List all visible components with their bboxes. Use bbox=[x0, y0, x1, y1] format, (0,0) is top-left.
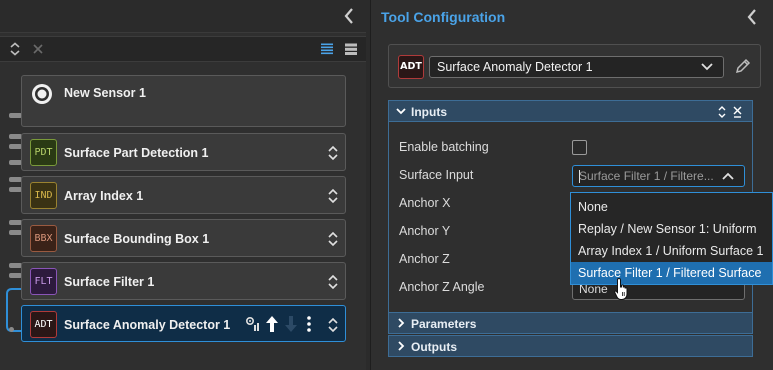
section-outputs[interactable]: Outputs bbox=[388, 335, 753, 357]
sensor-icon bbox=[32, 84, 52, 104]
pipeline-node-surface-filter[interactable]: FLT Surface Filter 1 bbox=[21, 262, 346, 300]
port bbox=[9, 327, 14, 332]
pipeline-panel: New Sensor 1 PDT Surface Part Detection … bbox=[0, 0, 366, 370]
field-label-anchor-x: Anchor X bbox=[399, 196, 451, 210]
node-name: New Sensor 1 bbox=[64, 86, 146, 100]
tool-badge: ADT bbox=[30, 311, 57, 338]
surface-input-dropdown: None Replay / New Sensor 1: Uniform Arra… bbox=[570, 192, 773, 285]
close-all-icon[interactable] bbox=[31, 42, 45, 56]
pipeline-node-bounding-box[interactable]: BBX Surface Bounding Box 1 bbox=[21, 219, 346, 257]
node-name: Surface Filter 1 bbox=[64, 275, 155, 289]
tool-badge: PDT bbox=[30, 139, 57, 166]
chevron-left-icon[interactable] bbox=[342, 7, 356, 25]
section-label: Inputs bbox=[411, 105, 447, 119]
pipeline-toolbar bbox=[0, 36, 366, 62]
chevron-right-icon bbox=[398, 341, 405, 351]
hand-cursor-icon bbox=[614, 277, 628, 300]
updown-icon[interactable] bbox=[327, 230, 339, 248]
node-name: Surface Bounding Box 1 bbox=[64, 232, 210, 246]
tool-badge: FLT bbox=[30, 268, 57, 295]
node-name: Array Index 1 bbox=[64, 189, 144, 203]
surface-input-value: Surface Filter 1 / Filtere... bbox=[579, 169, 714, 183]
tool-name-select[interactable]: Surface Anomaly Detector 1 bbox=[429, 56, 724, 78]
tool-configuration-panel: Tool Configuration ADT Surface Anomaly D… bbox=[370, 0, 773, 370]
field-label-surface-input: Surface Input bbox=[399, 168, 474, 182]
chevron-down-icon bbox=[396, 108, 406, 115]
tool-selector-row: ADT Surface Anomaly Detector 1 bbox=[388, 44, 761, 88]
dropdown-option[interactable]: None bbox=[571, 196, 772, 218]
section-label: Outputs bbox=[411, 340, 457, 354]
pipeline-header bbox=[0, 0, 366, 33]
list-view-icon[interactable] bbox=[320, 42, 334, 56]
dropdown-option-hovered[interactable]: Surface Filter 1 / Filtered Surface bbox=[571, 262, 772, 284]
tool-badge: BBX bbox=[30, 225, 57, 252]
arrow-down-icon[interactable] bbox=[284, 315, 298, 333]
settings-list-icon[interactable] bbox=[244, 315, 262, 333]
tool-badge: IND bbox=[30, 182, 57, 209]
chevron-up-icon bbox=[722, 172, 734, 180]
pipeline-node-part-detection[interactable]: PDT Surface Part Detection 1 bbox=[21, 133, 346, 171]
enable-batching-checkbox[interactable] bbox=[572, 140, 587, 155]
chevron-left-icon[interactable] bbox=[745, 8, 759, 26]
text-caret bbox=[579, 170, 580, 183]
more-vertical-icon[interactable] bbox=[306, 315, 312, 333]
tool-badge: ADT bbox=[398, 55, 424, 79]
field-label-anchor-y: Anchor Y bbox=[399, 224, 451, 238]
dropdown-option[interactable]: Array Index 1 / Uniform Surface 1 bbox=[571, 240, 772, 262]
node-name: Surface Anomaly Detector 1 bbox=[64, 318, 231, 332]
expand-collapse-icon[interactable] bbox=[716, 104, 744, 120]
field-label-enable-batching: Enable batching bbox=[399, 140, 489, 154]
updown-icon[interactable] bbox=[327, 144, 339, 162]
tool-name-value: Surface Anomaly Detector 1 bbox=[437, 60, 593, 74]
pipeline-list: New Sensor 1 PDT Surface Part Detection … bbox=[0, 63, 366, 370]
compact-view-icon[interactable] bbox=[344, 42, 358, 56]
updown-icon[interactable] bbox=[327, 273, 339, 291]
section-label: Parameters bbox=[411, 317, 477, 331]
field-label-anchor-z: Anchor Z bbox=[399, 252, 450, 266]
pipeline-node-anomaly-detector[interactable]: ADT Surface Anomaly Detector 1 bbox=[21, 305, 346, 342]
section-inputs[interactable]: Inputs bbox=[388, 100, 753, 122]
chevron-down-icon bbox=[701, 63, 713, 71]
arrow-up-icon[interactable] bbox=[265, 315, 279, 333]
dropdown-option[interactable]: Replay / New Sensor 1: Uniform bbox=[571, 218, 772, 240]
pencil-icon[interactable] bbox=[734, 57, 752, 75]
section-parameters[interactable]: Parameters bbox=[388, 312, 753, 334]
expand-collapse-icon[interactable] bbox=[8, 42, 22, 56]
pipeline-node-array-index[interactable]: IND Array Index 1 bbox=[21, 176, 346, 214]
surface-input-select[interactable]: Surface Filter 1 / Filtere... bbox=[572, 165, 745, 187]
updown-icon[interactable] bbox=[327, 187, 339, 205]
node-name: Surface Part Detection 1 bbox=[64, 146, 209, 160]
panel-title: Tool Configuration bbox=[381, 9, 506, 25]
chevron-right-icon bbox=[398, 318, 405, 328]
field-label-anchor-z-angle: Anchor Z Angle bbox=[399, 280, 485, 294]
pipeline-node-new-sensor[interactable]: New Sensor 1 bbox=[21, 75, 346, 127]
updown-icon[interactable] bbox=[327, 316, 339, 334]
